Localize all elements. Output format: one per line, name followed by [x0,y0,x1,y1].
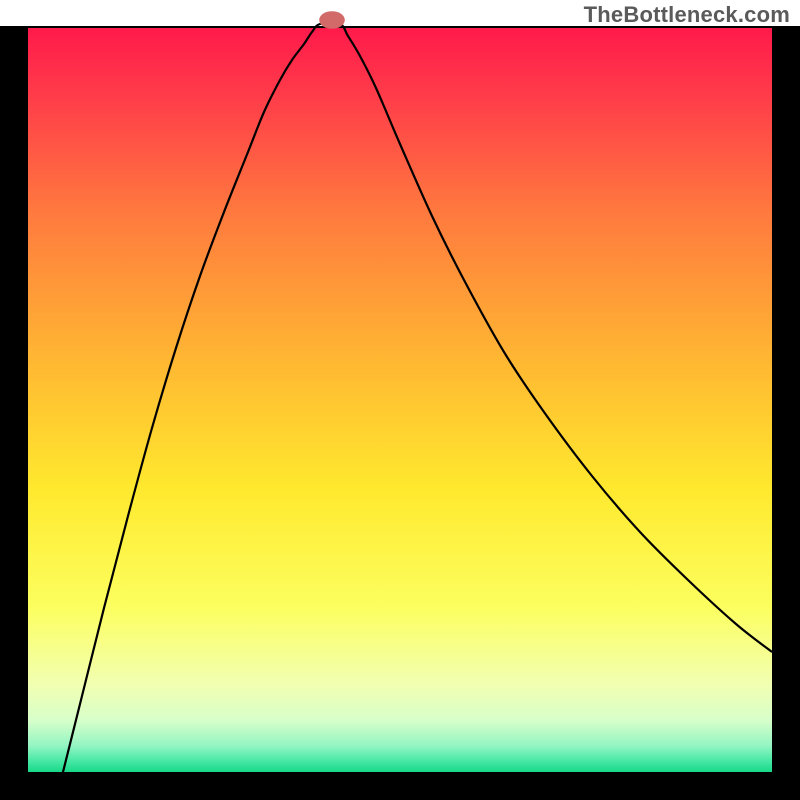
watermark-text: TheBottleneck.com [584,2,790,28]
optimum-marker [319,11,345,29]
bottleneck-chart [0,0,800,800]
chart-gradient-background [28,28,772,772]
chart-container: TheBottleneck.com [0,0,800,800]
